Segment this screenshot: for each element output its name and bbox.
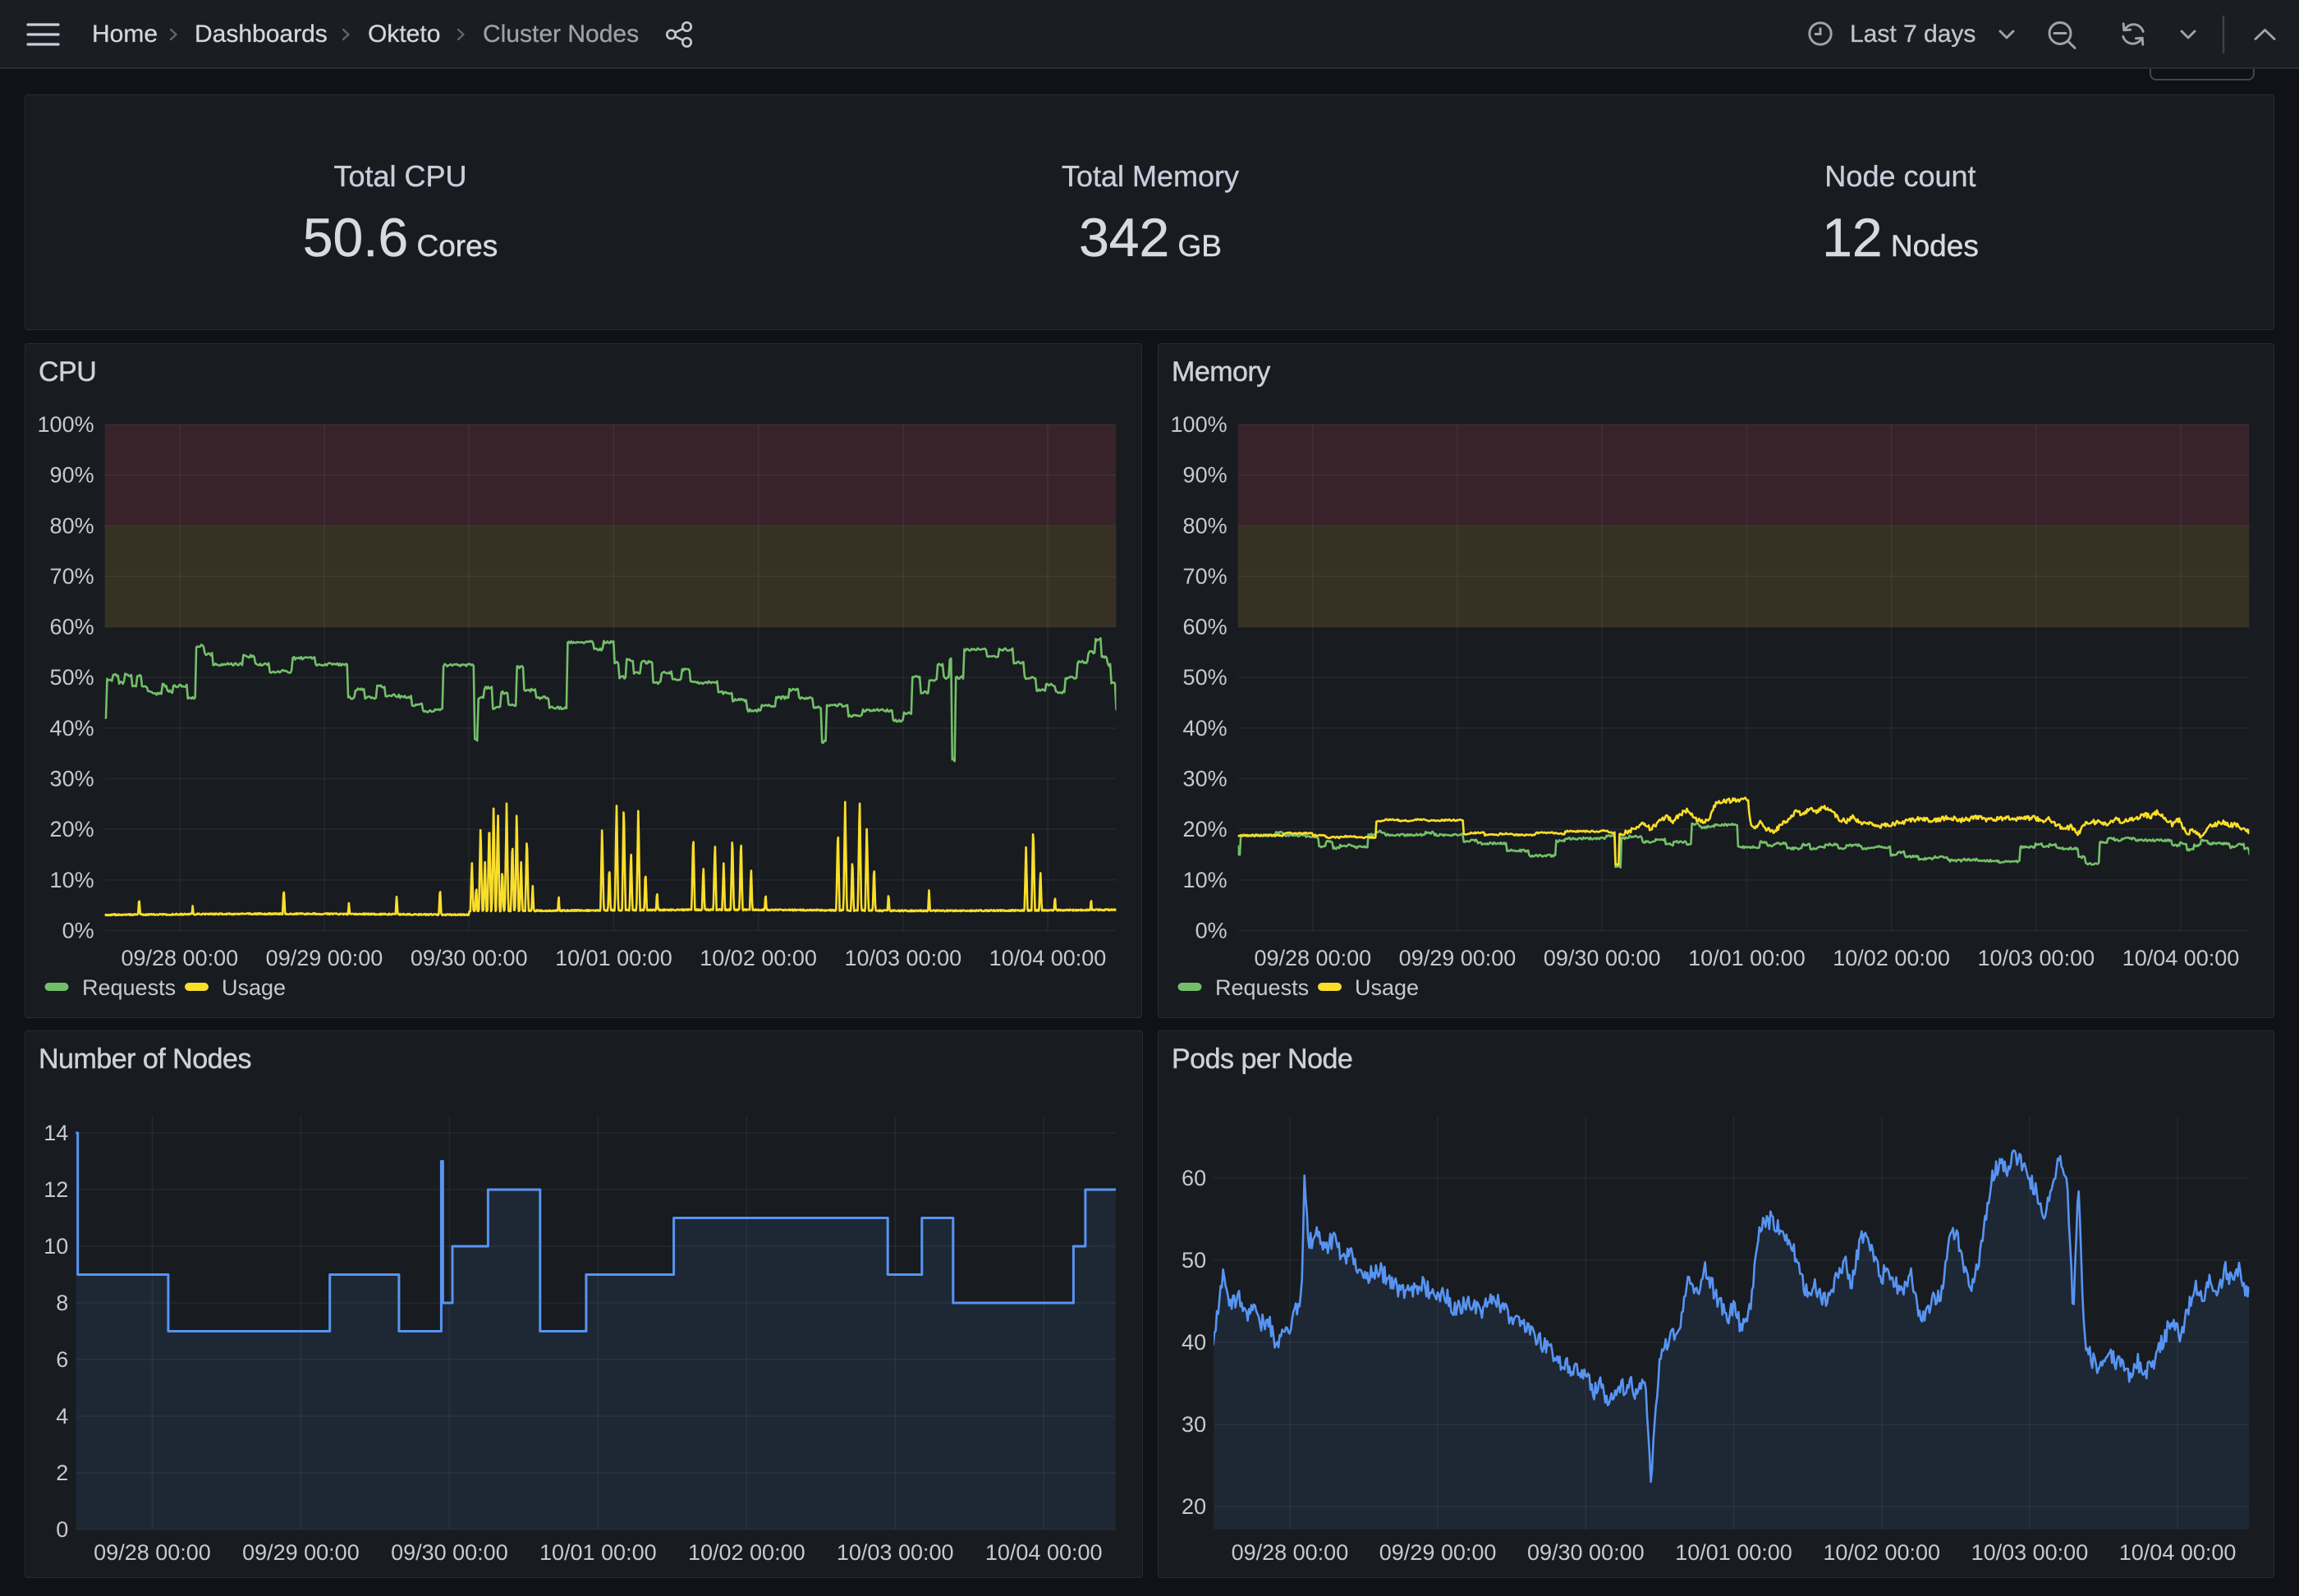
svg-text:10/04 00:00: 10/04 00:00 [989,946,1107,970]
svg-text:09/28 00:00: 09/28 00:00 [1254,946,1371,970]
svg-text:Usage: Usage [222,975,286,1000]
svg-text:8: 8 [56,1291,68,1315]
svg-text:0%: 0% [1195,918,1228,942]
svg-text:2: 2 [56,1461,68,1485]
svg-text:20%: 20% [1183,817,1228,842]
svg-text:09/28 00:00: 09/28 00:00 [94,1540,211,1565]
svg-text:0%: 0% [62,918,94,942]
svg-text:20: 20 [1182,1494,1206,1519]
svg-text:09/29 00:00: 09/29 00:00 [266,946,383,970]
svg-text:09/30 00:00: 09/30 00:00 [391,1540,508,1565]
svg-text:10/04 00:00: 10/04 00:00 [2122,946,2240,970]
svg-text:100%: 100% [38,412,94,437]
svg-text:30%: 30% [50,767,94,791]
svg-text:50%: 50% [50,665,94,690]
svg-text:70%: 70% [1183,564,1228,589]
svg-text:09/30 00:00: 09/30 00:00 [1527,1540,1645,1565]
svg-text:10/02 00:00: 10/02 00:00 [1833,946,1950,970]
svg-text:Requests: Requests [1215,975,1309,1000]
svg-text:100%: 100% [1171,412,1228,437]
svg-text:90%: 90% [50,463,94,488]
svg-text:10/02 00:00: 10/02 00:00 [700,946,817,970]
svg-text:14: 14 [44,1121,68,1145]
svg-text:09/30 00:00: 09/30 00:00 [1544,946,1661,970]
svg-text:10/04 00:00: 10/04 00:00 [2119,1540,2237,1565]
svg-text:09/28 00:00: 09/28 00:00 [1232,1540,1349,1565]
svg-text:Usage: Usage [1355,975,1419,1000]
svg-text:10/01 00:00: 10/01 00:00 [555,946,672,970]
svg-text:09/28 00:00: 09/28 00:00 [121,946,238,970]
svg-text:10/03 00:00: 10/03 00:00 [844,946,961,970]
svg-text:09/30 00:00: 09/30 00:00 [411,946,528,970]
svg-text:6: 6 [56,1347,68,1372]
svg-text:60%: 60% [50,615,94,640]
svg-text:50%: 50% [1183,665,1228,690]
svg-text:80%: 80% [1183,513,1228,538]
svg-text:30%: 30% [1183,767,1228,791]
svg-text:10%: 10% [1183,868,1228,892]
svg-text:40%: 40% [50,716,94,741]
svg-text:10/01 00:00: 10/01 00:00 [539,1540,657,1565]
svg-text:10/02 00:00: 10/02 00:00 [688,1540,805,1565]
svg-text:10/03 00:00: 10/03 00:00 [1971,1540,2089,1565]
svg-text:10: 10 [44,1234,68,1259]
svg-text:Requests: Requests [82,975,176,1000]
svg-text:4: 4 [56,1404,68,1429]
svg-text:20%: 20% [50,817,94,842]
svg-text:40: 40 [1182,1330,1206,1355]
svg-text:10/02 00:00: 10/02 00:00 [1823,1540,1940,1565]
svg-text:09/29 00:00: 09/29 00:00 [242,1540,360,1565]
svg-text:09/29 00:00: 09/29 00:00 [1379,1540,1497,1565]
svg-text:10/03 00:00: 10/03 00:00 [837,1540,954,1565]
svg-text:10%: 10% [50,868,94,892]
svg-text:60: 60 [1182,1166,1206,1190]
svg-text:30: 30 [1182,1412,1206,1437]
svg-text:12: 12 [44,1177,68,1202]
svg-text:10/01 00:00: 10/01 00:00 [1688,946,1806,970]
svg-text:50: 50 [1182,1248,1206,1273]
svg-text:90%: 90% [1183,463,1228,488]
svg-text:10/01 00:00: 10/01 00:00 [1675,1540,1792,1565]
svg-text:70%: 70% [50,564,94,589]
svg-text:10/03 00:00: 10/03 00:00 [1977,946,2095,970]
svg-text:09/29 00:00: 09/29 00:00 [1399,946,1517,970]
svg-text:10/04 00:00: 10/04 00:00 [985,1540,1103,1565]
svg-text:40%: 40% [1183,716,1228,741]
svg-text:0: 0 [56,1517,68,1542]
svg-text:60%: 60% [1183,615,1228,640]
svg-text:80%: 80% [50,513,94,538]
